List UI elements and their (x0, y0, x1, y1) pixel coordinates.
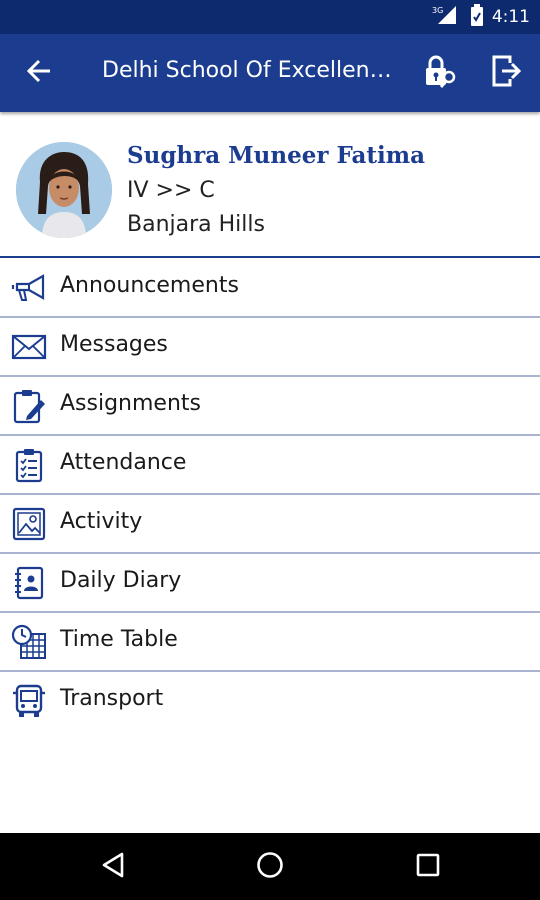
menu-item-daily-diary[interactable]: Daily Diary (0, 554, 540, 613)
lock-key-icon (421, 53, 457, 93)
system-nav-bar (0, 833, 540, 900)
checklist-icon (10, 448, 48, 483)
back-triangle-icon (100, 851, 128, 883)
change-password-button[interactable] (414, 49, 464, 97)
main-menu: Announcements Messages Assignments Atten… (0, 259, 540, 731)
home-circle-icon (255, 850, 285, 884)
menu-item-transport[interactable]: Transport (0, 672, 540, 731)
status-icons: 3G 4:11 (432, 0, 530, 34)
back-arrow-icon (25, 57, 53, 89)
logout-button[interactable] (482, 49, 532, 97)
back-button[interactable] (14, 49, 64, 97)
menu-item-label: Messages (60, 332, 168, 357)
student-profile: Sughra Muneer Fatima IV >> C Banjara Hil… (0, 114, 540, 258)
student-branch: Banjara Hills (127, 212, 265, 237)
menu-item-label: Daily Diary (60, 568, 182, 593)
app-title: Delhi School Of Excellence (102, 58, 392, 83)
menu-item-label: Time Table (60, 627, 178, 652)
system-back-button[interactable] (84, 843, 144, 891)
diary-icon (10, 566, 48, 600)
status-time: 4:11 (491, 7, 530, 27)
image-icon (10, 507, 48, 541)
student-name: Sughra Muneer Fatima (127, 142, 426, 169)
menu-item-label: Assignments (60, 391, 201, 416)
system-recents-button[interactable] (398, 843, 458, 891)
envelope-icon (10, 330, 48, 364)
signal-icon: 3G (432, 4, 462, 30)
status-bar: 3G 4:11 (0, 0, 540, 34)
menu-item-label: Activity (60, 509, 143, 534)
menu-item-label: Transport (60, 686, 164, 711)
student-class-section: IV >> C (127, 178, 215, 203)
megaphone-icon (10, 271, 48, 305)
bus-icon (10, 684, 48, 718)
app-bar: Delhi School Of Excellence (0, 34, 540, 112)
menu-item-assignments[interactable]: Assignments (0, 377, 540, 436)
system-home-button[interactable] (240, 843, 300, 891)
menu-item-label: Attendance (60, 450, 187, 475)
menu-item-messages[interactable]: Messages (0, 318, 540, 377)
menu-item-time-table[interactable]: Time Table (0, 613, 540, 672)
menu-item-label: Announcements (60, 273, 239, 298)
avatar (16, 142, 112, 238)
clipboard-pencil-icon (10, 389, 48, 424)
menu-item-attendance[interactable]: Attendance (0, 436, 540, 495)
clock-calendar-icon (10, 624, 48, 659)
battery-icon (470, 4, 484, 30)
menu-item-announcements[interactable]: Announcements (0, 259, 540, 318)
network-type-label: 3G (432, 6, 443, 15)
recents-square-icon (414, 851, 442, 883)
logout-icon (490, 53, 524, 93)
menu-item-activity[interactable]: Activity (0, 495, 540, 554)
